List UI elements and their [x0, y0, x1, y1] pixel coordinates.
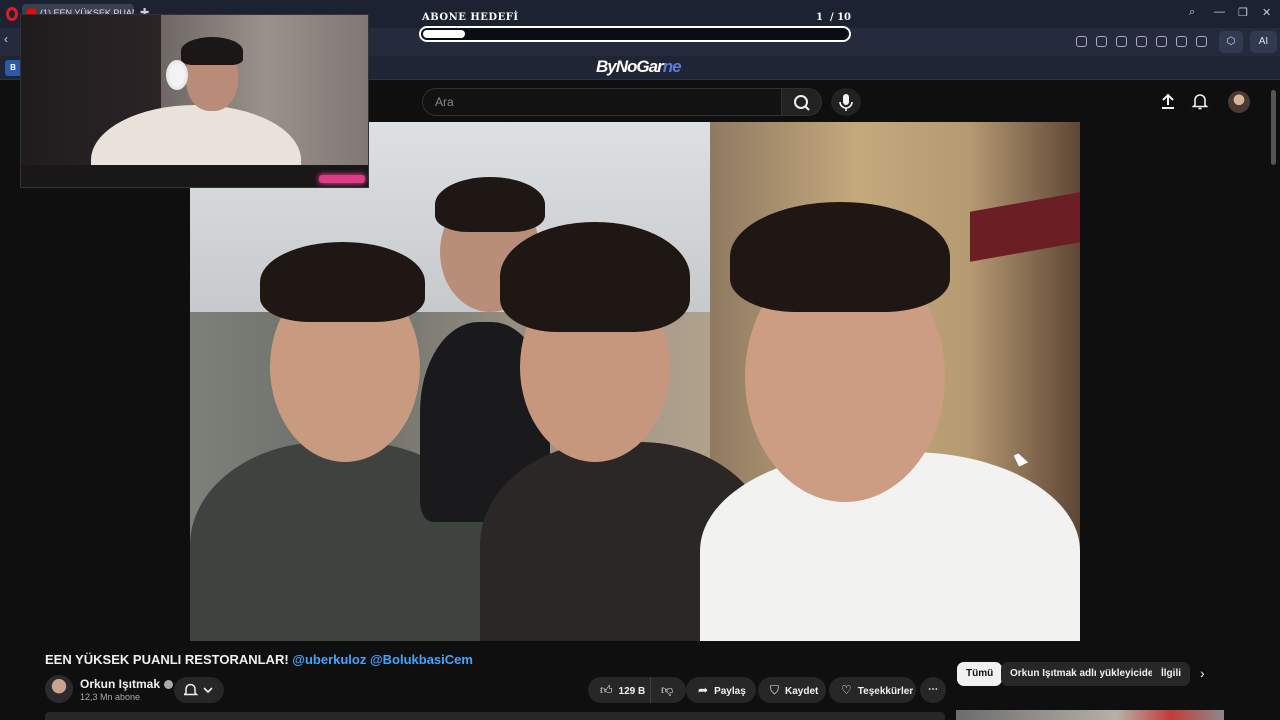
- close-window-icon[interactable]: ✕: [1262, 6, 1271, 19]
- opera-logo-icon[interactable]: [6, 7, 18, 21]
- search-tabs-icon[interactable]: ⌕: [1189, 6, 1195, 19]
- video-player[interactable]: [190, 122, 1080, 641]
- search-button[interactable]: [782, 88, 822, 116]
- channel-name[interactable]: Orkun Işıtmak: [80, 677, 174, 691]
- streamer-webcam: [20, 14, 369, 188]
- verified-badge-icon: [164, 680, 174, 690]
- channel-avatar[interactable]: [45, 675, 73, 703]
- thumbs-up-icon: 👍︎: [600, 683, 613, 697]
- upload-icon: [1162, 93, 1174, 109]
- subscriber-goal-bar: [419, 26, 851, 42]
- ai-assistant-icon[interactable]: AI: [1250, 31, 1277, 53]
- dislike-button[interactable]: 👎︎: [650, 677, 686, 703]
- subscriber-count: 12,3 Mn abone: [80, 692, 141, 702]
- chip-from-uploader[interactable]: Orkun Işıtmak adlı yükleyiciden: [1001, 662, 1169, 686]
- subscription-notification-button[interactable]: [174, 677, 224, 703]
- thanks-button[interactable]: ♡ Teşekkürler: [829, 677, 916, 703]
- chip-all[interactable]: Tümü: [957, 662, 1003, 686]
- video-person-right-hair: [730, 202, 950, 312]
- camera-extension-icon[interactable]: [1096, 36, 1107, 47]
- headset-icon: [166, 60, 188, 90]
- streamer-brand-logo: ByNoGarne: [596, 57, 682, 76]
- subscriber-goal-title: ABONE HEDEFİ: [422, 12, 519, 23]
- heart-extension-icon[interactable]: [1156, 36, 1167, 47]
- description-box[interactable]: [45, 712, 945, 720]
- bookmark-icon: ⛉: [770, 683, 780, 697]
- subscriber-goal-count: 1 / 10: [816, 12, 851, 23]
- recommended-video-thumbnail[interactable]: [956, 710, 1224, 720]
- chevron-right-icon[interactable]: ›: [1200, 665, 1205, 681]
- bell-icon: [1191, 94, 1209, 110]
- video-person-back-hair: [435, 177, 545, 232]
- share-button[interactable]: ➦ Paylaş: [686, 677, 756, 703]
- chip-related[interactable]: İlgili: [1152, 662, 1190, 686]
- cube-extension-icon[interactable]: ⬡: [1219, 31, 1243, 53]
- play-extension-icon[interactable]: [1136, 36, 1147, 47]
- bell-icon: [184, 683, 213, 696]
- more-actions-button[interactable]: ⋯: [920, 677, 946, 703]
- voice-search-button[interactable]: [831, 88, 861, 116]
- search-icon: [794, 95, 810, 111]
- edit-extension-icon[interactable]: [1076, 36, 1087, 47]
- more-icon: ⋯: [928, 684, 938, 695]
- webcam-streamer-hair: [181, 37, 243, 65]
- upload-button[interactable]: [1159, 92, 1177, 110]
- thanks-heart-icon: ♡: [841, 683, 852, 697]
- search-input[interactable]: Ara: [422, 88, 782, 116]
- video-person-middle-hair: [500, 222, 690, 332]
- webcam-led-light: [319, 175, 365, 183]
- minimize-icon[interactable]: —: [1214, 6, 1225, 18]
- notifications-button[interactable]: [1191, 92, 1209, 110]
- page-scrollbar[interactable]: [1271, 90, 1276, 165]
- like-button[interactable]: 👍︎ 129 B: [588, 677, 658, 703]
- thumbs-down-icon: 👎︎: [661, 683, 674, 697]
- video-person-left-hair: [260, 242, 425, 322]
- video-title: EEN YÜKSEK PUANLI RESTORANLAR! @uberkulo…: [45, 652, 473, 667]
- share-arrow-icon: ➦: [698, 683, 709, 697]
- video-mentions[interactable]: @uberkuloz @BolukbasiCem: [292, 652, 473, 667]
- shield-extension-icon[interactable]: [1116, 36, 1127, 47]
- microphone-icon: [839, 94, 853, 111]
- account-avatar[interactable]: [1228, 91, 1250, 113]
- bookmark-item[interactable]: B: [5, 60, 21, 76]
- subscriber-goal-fill: [423, 30, 466, 38]
- save-button[interactable]: ⛉ Kaydet: [758, 677, 826, 703]
- webcam-desk: [21, 165, 368, 187]
- back-icon[interactable]: ‹: [4, 32, 18, 52]
- menu-extension-icon[interactable]: [1176, 36, 1187, 47]
- profile-extension-icon[interactable]: [1196, 36, 1207, 47]
- restore-icon[interactable]: ❐: [1238, 6, 1248, 19]
